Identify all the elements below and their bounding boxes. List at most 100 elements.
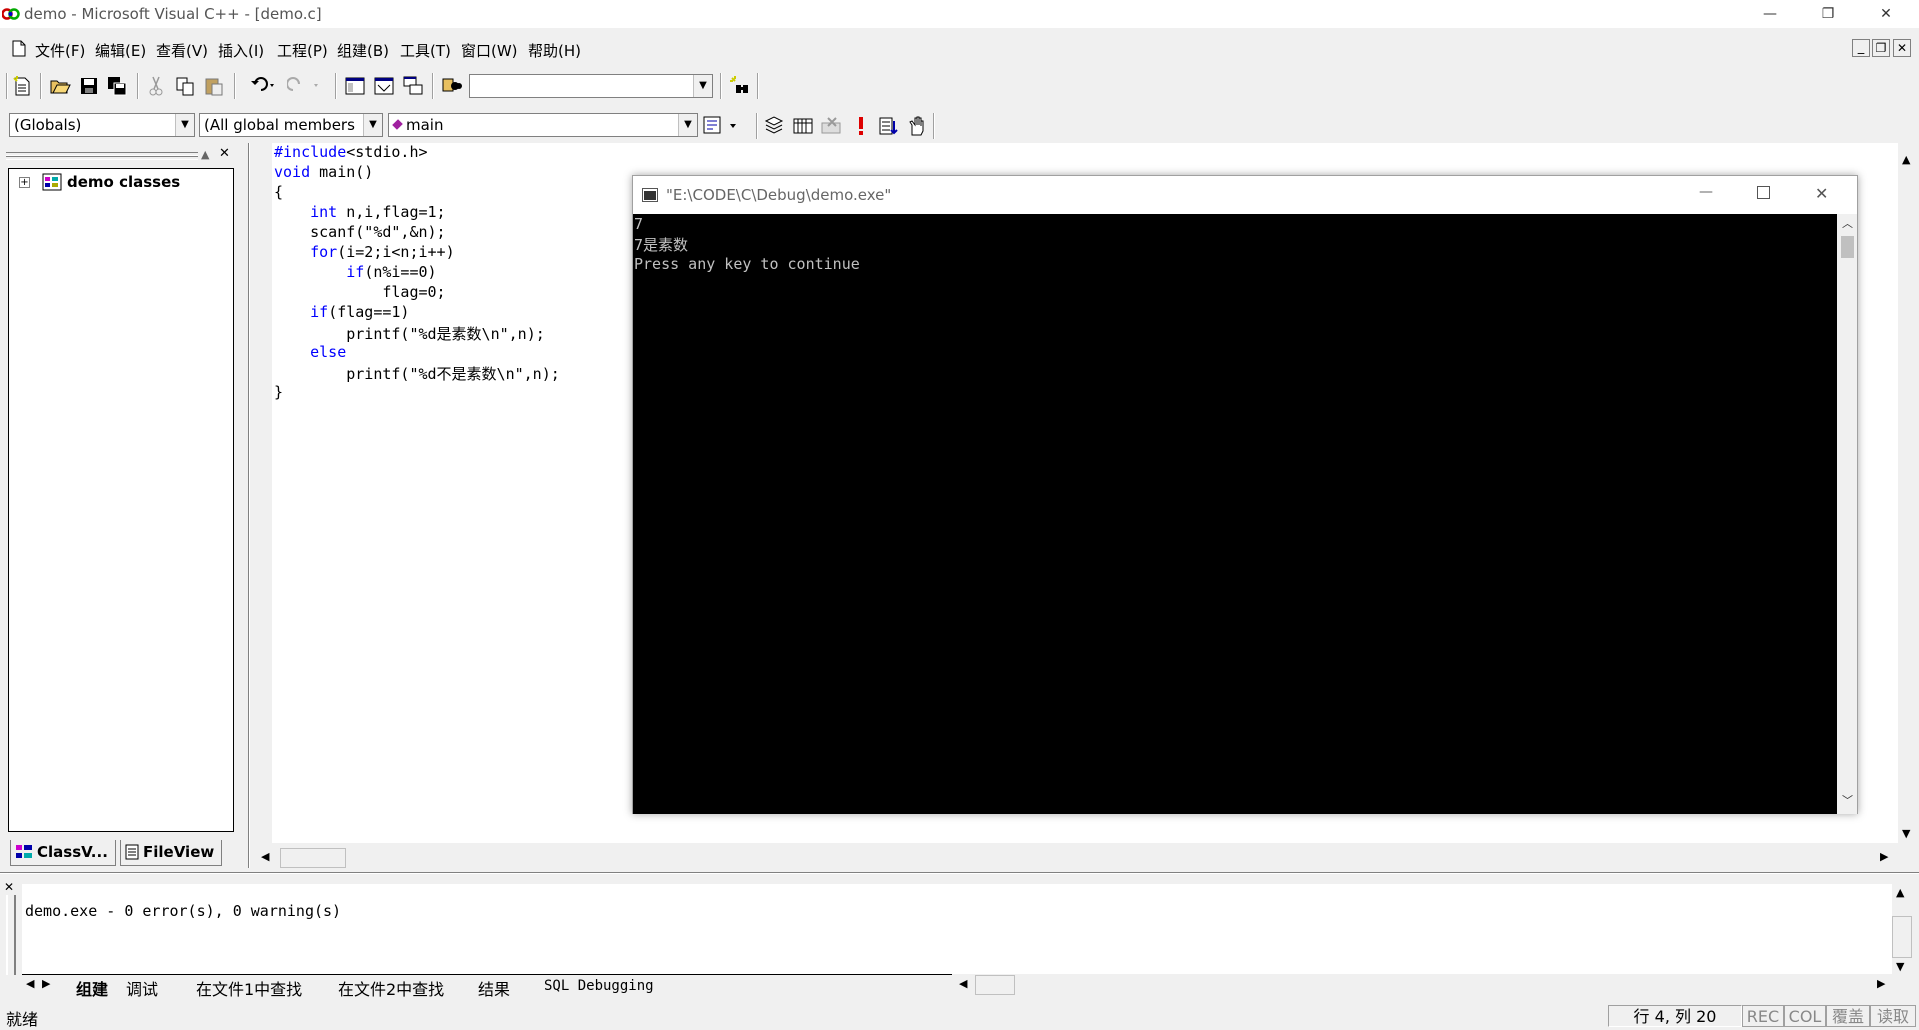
scroll-right-icon[interactable]: ▶ xyxy=(1877,977,1885,990)
console-scroll-thumb[interactable] xyxy=(1841,236,1854,258)
paste-icon[interactable] xyxy=(203,75,225,97)
compile-icon[interactable] xyxy=(763,115,785,137)
tab-debug[interactable]: 调试 xyxy=(126,976,158,1000)
window-list-icon[interactable] xyxy=(402,75,424,97)
scroll-thumb[interactable] xyxy=(280,848,346,868)
function-combo[interactable]: main ▼ xyxy=(388,113,698,137)
tab-find-in-files-1[interactable]: 在文件1中查找 xyxy=(196,976,302,1000)
output-splitter[interactable] xyxy=(0,872,1919,874)
menu-tools[interactable]: 工具(T) xyxy=(400,40,451,61)
console-scrollbar[interactable]: ︿ ﹀ xyxy=(1837,214,1857,814)
pane-maximize-icon[interactable]: ▲ xyxy=(201,148,209,161)
code-text: (flag==1) xyxy=(328,303,410,321)
tab-classview[interactable]: ClassV... xyxy=(10,840,116,866)
members-combo[interactable]: (All global members ▼ xyxy=(199,113,383,137)
wizard-action-icon[interactable] xyxy=(702,115,742,137)
expand-icon[interactable]: + xyxy=(19,177,30,188)
toolbar-separator xyxy=(757,73,759,99)
stop-build-icon[interactable] xyxy=(820,115,842,137)
console-maximize-icon[interactable] xyxy=(1757,186,1770,199)
scroll-up-icon[interactable]: ︿ xyxy=(1842,215,1853,231)
tab-scroll-right-icon[interactable]: ▶ xyxy=(42,977,50,990)
save-all-icon[interactable] xyxy=(106,75,128,97)
build-result-message: demo.exe - 0 error(s), 0 warning(s) xyxy=(25,902,342,920)
execute-icon[interactable] xyxy=(850,115,872,137)
scroll-up-icon[interactable]: ▲ xyxy=(1902,153,1910,166)
scroll-up-icon[interactable]: ▲ xyxy=(1896,886,1904,899)
menu-view[interactable]: 查看(V) xyxy=(156,40,208,61)
menu-window[interactable]: 窗口(W) xyxy=(461,40,518,61)
tab-sql-debugging[interactable]: SQL Debugging xyxy=(544,978,654,994)
new-file-icon[interactable] xyxy=(11,75,33,97)
members-value: (All global members xyxy=(204,116,355,134)
chevron-down-icon[interactable]: ▼ xyxy=(175,114,194,136)
cut-icon[interactable] xyxy=(145,75,167,97)
output-gripper[interactable] xyxy=(6,895,16,975)
chevron-down-icon[interactable]: ▼ xyxy=(693,75,712,97)
toolbar-separator xyxy=(335,73,337,99)
insert-breakpoint-icon[interactable] xyxy=(877,115,899,137)
output-hscroll-thumb[interactable] xyxy=(975,975,1015,995)
go-icon[interactable] xyxy=(906,115,928,137)
copy-icon[interactable] xyxy=(174,75,196,97)
splitter[interactable] xyxy=(248,143,250,868)
status-overwrite: 覆盖 xyxy=(1826,1005,1870,1027)
scroll-down-icon[interactable]: ﹀ xyxy=(1842,792,1853,808)
menu-insert[interactable]: 插入(I) xyxy=(218,40,264,61)
mdi-close-button[interactable]: ✕ xyxy=(1893,39,1911,57)
console-minimize-icon[interactable]: — xyxy=(1699,184,1713,200)
open-folder-icon[interactable] xyxy=(49,75,71,97)
tree-root-label[interactable]: demo classes xyxy=(67,173,180,191)
build-icon[interactable] xyxy=(792,115,814,137)
menu-file[interactable]: 文件(F) xyxy=(35,40,85,61)
tab-results[interactable]: 结果 xyxy=(478,976,510,1000)
restore-button[interactable]: ❐ xyxy=(1800,0,1856,28)
output-horizontal-scrollbar[interactable]: ◀ ▶ xyxy=(955,975,1895,995)
tab-fileview[interactable]: FileView xyxy=(120,840,222,866)
toolbar-separator xyxy=(756,113,758,139)
find-icon[interactable] xyxy=(729,75,751,97)
output-close-icon[interactable]: ✕ xyxy=(4,880,14,894)
redo-icon[interactable] xyxy=(287,75,323,97)
output-icon[interactable] xyxy=(373,75,395,97)
chevron-down-icon[interactable]: ▼ xyxy=(363,114,382,136)
restore-icon: ❐ xyxy=(1821,6,1835,22)
console-close-icon[interactable]: ✕ xyxy=(1815,184,1828,203)
menu-project[interactable]: 工程(P) xyxy=(277,40,328,61)
scroll-down-icon[interactable]: ▼ xyxy=(1896,960,1904,973)
save-icon[interactable] xyxy=(78,75,100,97)
menu-edit[interactable]: 编辑(E) xyxy=(95,40,146,61)
scroll-left-icon[interactable]: ◀ xyxy=(261,850,269,863)
minimize-button[interactable]: — xyxy=(1742,0,1798,28)
mdi-restore-button[interactable]: ❐ xyxy=(1872,39,1890,57)
find-in-files-icon[interactable] xyxy=(441,75,463,97)
console-window[interactable]: "E:\CODE\C\Debug\demo.exe" — ✕ 7 7是素数 Pr… xyxy=(632,175,1858,814)
menu-build[interactable]: 组建(B) xyxy=(337,40,389,61)
editor-vertical-scrollbar[interactable]: ▲ ▼ xyxy=(1898,150,1918,850)
pane-close-icon[interactable]: ✕ xyxy=(219,146,230,161)
workspace-gripper[interactable] xyxy=(6,150,234,160)
workspace-icon[interactable] xyxy=(344,75,366,97)
scope-combo[interactable]: (Globals) ▼ xyxy=(9,113,195,137)
console-title-bar[interactable]: "E:\CODE\C\Debug\demo.exe" — ✕ xyxy=(633,176,1857,214)
close-button[interactable]: ✕ xyxy=(1858,0,1914,28)
menu-help[interactable]: 帮助(H) xyxy=(528,40,581,61)
code-line: { xyxy=(274,183,283,203)
tab-build[interactable]: 组建 xyxy=(76,976,108,1000)
scroll-down-icon[interactable]: ▼ xyxy=(1902,827,1910,840)
mdi-minimize-button[interactable]: _ xyxy=(1852,39,1870,57)
find-combo[interactable]: ▼ xyxy=(469,74,713,98)
output-vertical-scrollbar[interactable]: ▲ ▼ xyxy=(1892,884,1912,974)
tab-find-in-files-2[interactable]: 在文件2中查找 xyxy=(338,976,444,1000)
undo-icon[interactable] xyxy=(243,75,279,97)
code-keyword: for xyxy=(310,243,338,261)
scroll-left-icon[interactable]: ◀ xyxy=(959,977,967,990)
scroll-right-icon[interactable]: ▶ xyxy=(1880,850,1888,863)
editor-horizontal-scrollbar[interactable]: ◀ ▶ xyxy=(255,848,1898,868)
chevron-down-icon[interactable]: ▼ xyxy=(678,114,697,136)
tab-scroll-left-icon[interactable]: ◀ xyxy=(26,977,34,990)
output-scroll-thumb[interactable] xyxy=(1892,916,1912,958)
